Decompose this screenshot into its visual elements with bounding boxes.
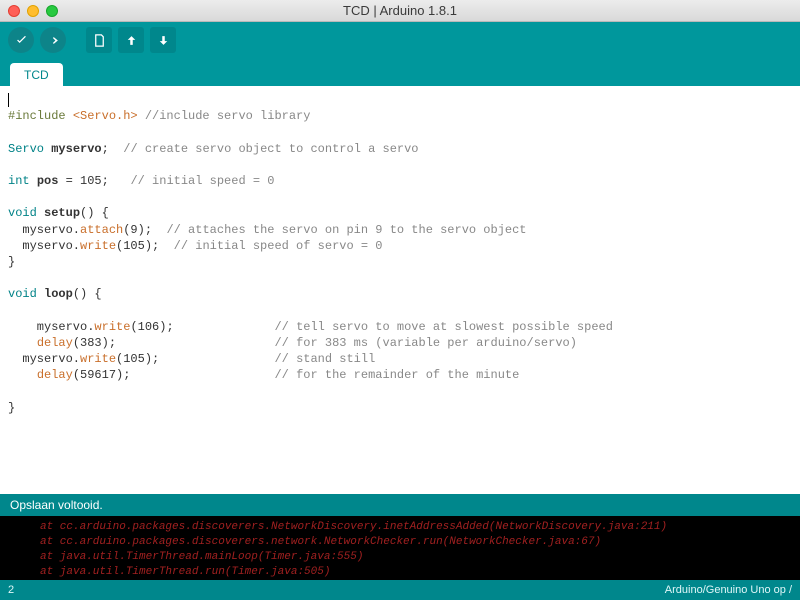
tab-strip: TCD (0, 58, 800, 86)
token-comment: //include servo library (138, 109, 311, 123)
console-line: at java.util.TimerThread.mainLoop(Timer.… (40, 550, 792, 565)
console-line: at java.util.TimerThread.run(Timer.java:… (40, 565, 792, 580)
check-icon (14, 33, 29, 48)
token-variable: myservo (51, 142, 101, 156)
token-text (30, 174, 37, 188)
line-number: 2 (8, 584, 14, 596)
token-type: void (8, 287, 37, 301)
token-text: ; (102, 142, 124, 156)
token-preprocessor: #include (8, 109, 66, 123)
token-function-name: loop (44, 287, 73, 301)
toolbar (0, 22, 800, 58)
token-text: = 105; (58, 174, 130, 188)
token-text: (106); (130, 320, 274, 334)
window-title: TCD | Arduino 1.8.1 (0, 3, 800, 18)
token-text (8, 336, 37, 350)
token-comment: // create servo object to control a serv… (123, 142, 418, 156)
token-comment: // for 383 ms (variable per arduino/serv… (274, 336, 576, 350)
footer-bar: 2 Arduino/Genuino Uno op / (0, 580, 800, 600)
token-text: myservo. (8, 239, 80, 253)
token-comment: // initial speed of servo = 0 (174, 239, 383, 253)
token-comment: // for the remainder of the minute (274, 368, 519, 382)
token-text: (59617); (73, 368, 275, 382)
open-sketch-button[interactable] (118, 27, 144, 53)
token-method: delay (37, 368, 73, 382)
token-text (8, 368, 37, 382)
token-type: int (8, 174, 30, 188)
token-type: void (8, 206, 37, 220)
token-text: (9); (123, 223, 166, 237)
token-text: myservo. (8, 320, 94, 334)
text-cursor (8, 93, 9, 107)
token-comment: // initial speed = 0 (130, 174, 274, 188)
token-text: (105); (116, 352, 274, 366)
token-text (37, 287, 44, 301)
token-comment: // tell servo to move at slowest possibl… (274, 320, 612, 334)
sketch-tab[interactable]: TCD (10, 63, 63, 86)
token-text: () { (73, 287, 102, 301)
status-bar: Opslaan voltooid. (0, 494, 800, 516)
new-sketch-button[interactable] (86, 27, 112, 53)
arrow-right-icon (46, 33, 61, 48)
token-text: () { (80, 206, 109, 220)
token-text: (383); (73, 336, 275, 350)
token-method: attach (80, 223, 123, 237)
token-method: write (94, 320, 130, 334)
token-function-name: setup (44, 206, 80, 220)
window-titlebar: TCD | Arduino 1.8.1 (0, 0, 800, 22)
console-output[interactable]: at cc.arduino.packages.discoverers.Netwo… (0, 516, 800, 580)
console-line: at cc.arduino.packages.discoverers.netwo… (40, 535, 792, 550)
save-sketch-button[interactable] (150, 27, 176, 53)
file-icon (92, 33, 107, 48)
verify-button[interactable] (8, 27, 34, 53)
token-text: myservo. (8, 352, 80, 366)
arrow-down-icon (156, 33, 171, 48)
token-text: } (8, 401, 15, 415)
token-type: Servo (8, 142, 44, 156)
upload-button[interactable] (40, 27, 66, 53)
arrow-up-icon (124, 33, 139, 48)
token-comment: // stand still (274, 352, 375, 366)
token-variable: pos (37, 174, 59, 188)
token-method: write (80, 239, 116, 253)
token-method: write (80, 352, 116, 366)
token-method: delay (37, 336, 73, 350)
token-text (37, 206, 44, 220)
status-message: Opslaan voltooid. (10, 498, 103, 512)
console-line: at cc.arduino.packages.discoverers.Netwo… (40, 520, 792, 535)
token-text: myservo. (8, 223, 80, 237)
token-text: (105); (116, 239, 174, 253)
token-library: <Servo.h> (73, 109, 138, 123)
code-editor[interactable]: #include <Servo.h> //include servo libra… (0, 86, 800, 494)
token-comment: // attaches the servo on pin 9 to the se… (166, 223, 526, 237)
token-text: } (8, 255, 15, 269)
token-text (66, 109, 73, 123)
board-port-label: Arduino/Genuino Uno op / (665, 584, 792, 596)
